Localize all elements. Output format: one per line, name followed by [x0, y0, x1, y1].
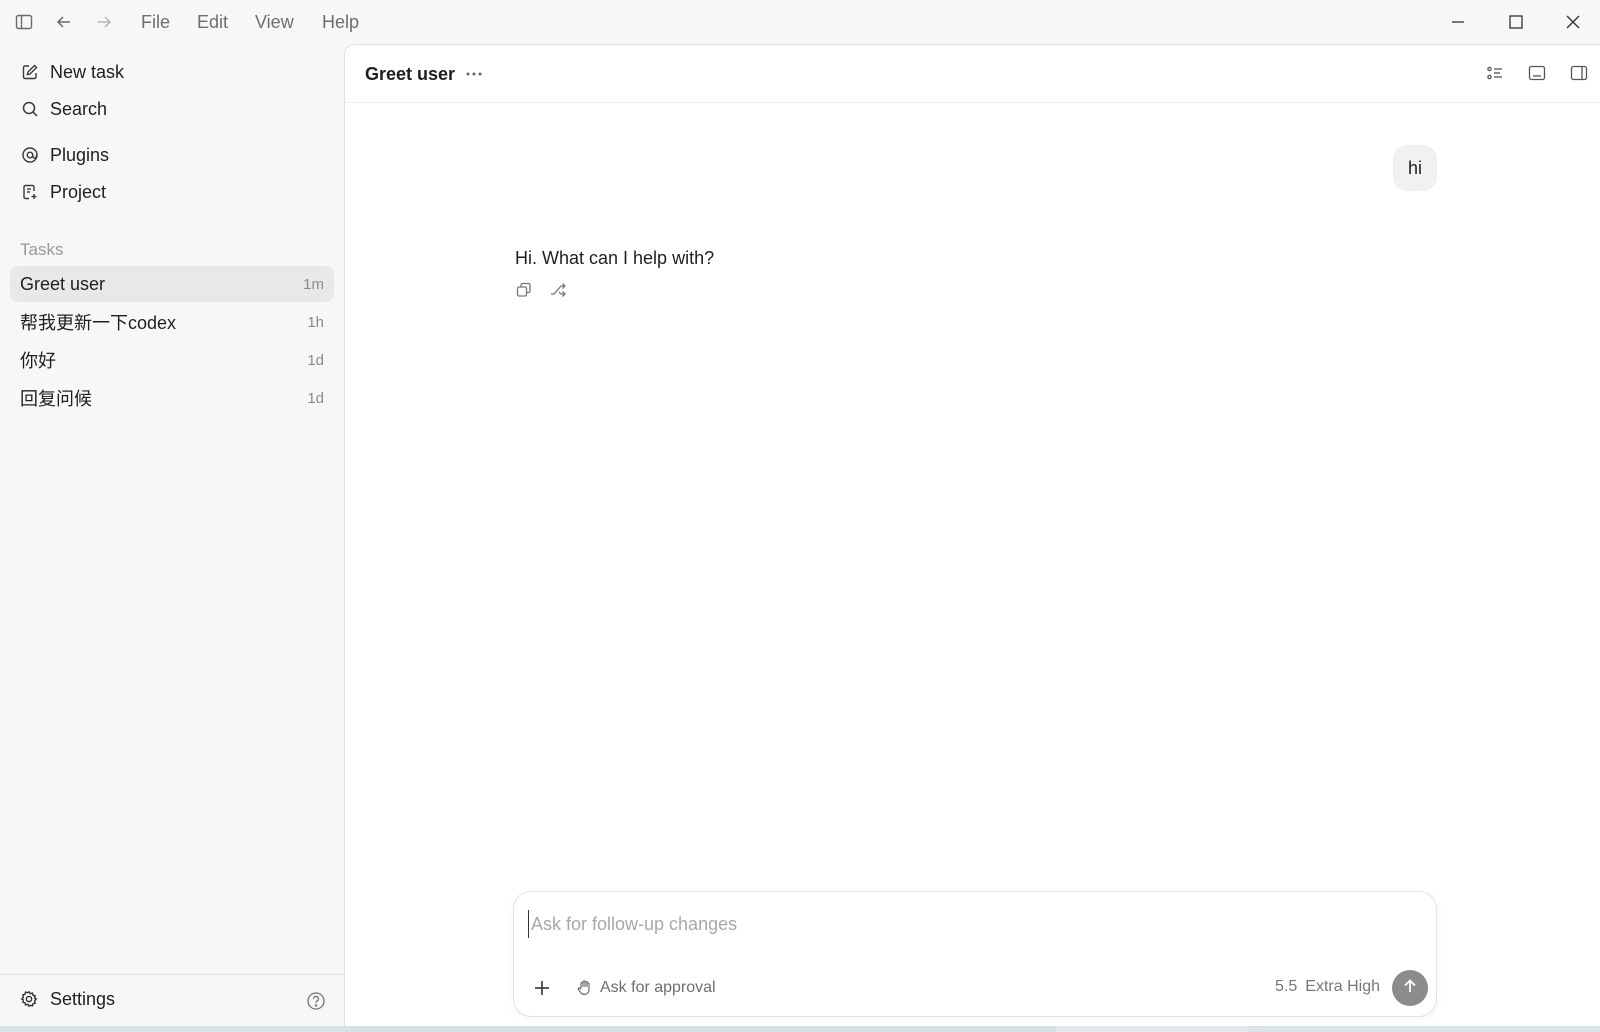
project-icon [20, 182, 40, 202]
sidebar: New task Search Plugins Project Tasks Gr… [0, 44, 344, 1026]
tasks-section-title: Tasks [20, 240, 64, 259]
copy-icon[interactable] [515, 281, 535, 301]
task-label: Greet user [20, 273, 106, 294]
settings-label: Settings [50, 989, 116, 1009]
plugins-button[interactable]: Plugins [20, 141, 109, 169]
task-item[interactable]: 回复问候 1d [10, 380, 334, 416]
arrow-up-icon [1401, 977, 1419, 1000]
taskbar-strip [0, 1026, 1600, 1032]
back-arrow-icon[interactable] [54, 12, 74, 32]
task-label: 你好 [20, 351, 56, 371]
forward-arrow-icon[interactable] [94, 12, 114, 32]
project-label: Project [50, 181, 107, 202]
maximize-icon[interactable] [1504, 10, 1528, 34]
user-message-text: hi [1407, 157, 1422, 178]
main-panel: Greet user hi Hi. What can I help with? [344, 44, 1600, 1026]
settings-button[interactable]: Settings [20, 989, 115, 1010]
new-task-button[interactable]: New task [20, 58, 124, 86]
plugins-label: Plugins [50, 144, 110, 165]
new-task-label: New task [50, 61, 125, 82]
hand-icon [576, 979, 594, 997]
user-message-bubble: hi [1393, 145, 1437, 191]
add-attachment-button[interactable] [530, 976, 554, 1000]
menu-file[interactable]: File [141, 12, 170, 32]
project-button[interactable]: Project [20, 178, 106, 206]
sidebar-footer: Settings [0, 974, 344, 1026]
minimize-icon[interactable] [1446, 10, 1470, 34]
close-icon[interactable] [1561, 10, 1585, 34]
gear-icon [20, 990, 40, 1010]
follow-up-input[interactable] [528, 910, 1408, 938]
task-item[interactable]: Greet user 1m [10, 266, 334, 302]
more-options-icon[interactable] [463, 63, 485, 85]
model-effort: Extra High [1305, 978, 1380, 995]
terminal-panel-icon[interactable] [1527, 63, 1549, 85]
approval-mode-button[interactable]: Ask for approval [576, 976, 716, 1000]
thread-title: Greet user [365, 64, 456, 84]
send-button[interactable] [1392, 970, 1428, 1006]
plugin-icon [20, 145, 40, 165]
menu-view[interactable]: View [255, 12, 294, 32]
model-version: 5.5 [1275, 978, 1298, 995]
approval-label: Ask for approval [600, 979, 716, 996]
title-bar: File Edit View Help [0, 0, 1600, 44]
task-time: 1m [303, 275, 324, 293]
help-icon[interactable] [306, 991, 326, 1011]
model-selector[interactable]: 5.5 Extra High [1275, 978, 1380, 996]
task-item[interactable]: 帮我更新一下codex 1h [10, 304, 334, 340]
side-panel-icon[interactable] [1569, 63, 1591, 85]
edit-icon [20, 62, 40, 82]
menu-help[interactable]: Help [322, 12, 359, 32]
sidebar-toggle-icon[interactable] [14, 12, 34, 32]
task-list-icon[interactable] [1485, 63, 1507, 85]
search-icon [20, 99, 40, 119]
menu-edit[interactable]: Edit [197, 12, 228, 32]
task-label: 回复问候 [20, 389, 92, 409]
fork-icon[interactable] [549, 281, 569, 301]
composer: Ask for approval 5.5 Extra High [513, 891, 1437, 1017]
thread-header: Greet user [345, 45, 1600, 103]
task-time: 1d [307, 351, 324, 369]
task-time: 1h [307, 313, 324, 331]
task-time: 1d [307, 389, 324, 407]
task-item[interactable]: 你好 1d [10, 342, 334, 378]
search-button[interactable]: Search [20, 95, 107, 123]
assistant-message: Hi. What can I help with? [515, 248, 715, 268]
search-label: Search [50, 98, 108, 119]
task-label: 帮我更新一下codex [20, 313, 177, 333]
